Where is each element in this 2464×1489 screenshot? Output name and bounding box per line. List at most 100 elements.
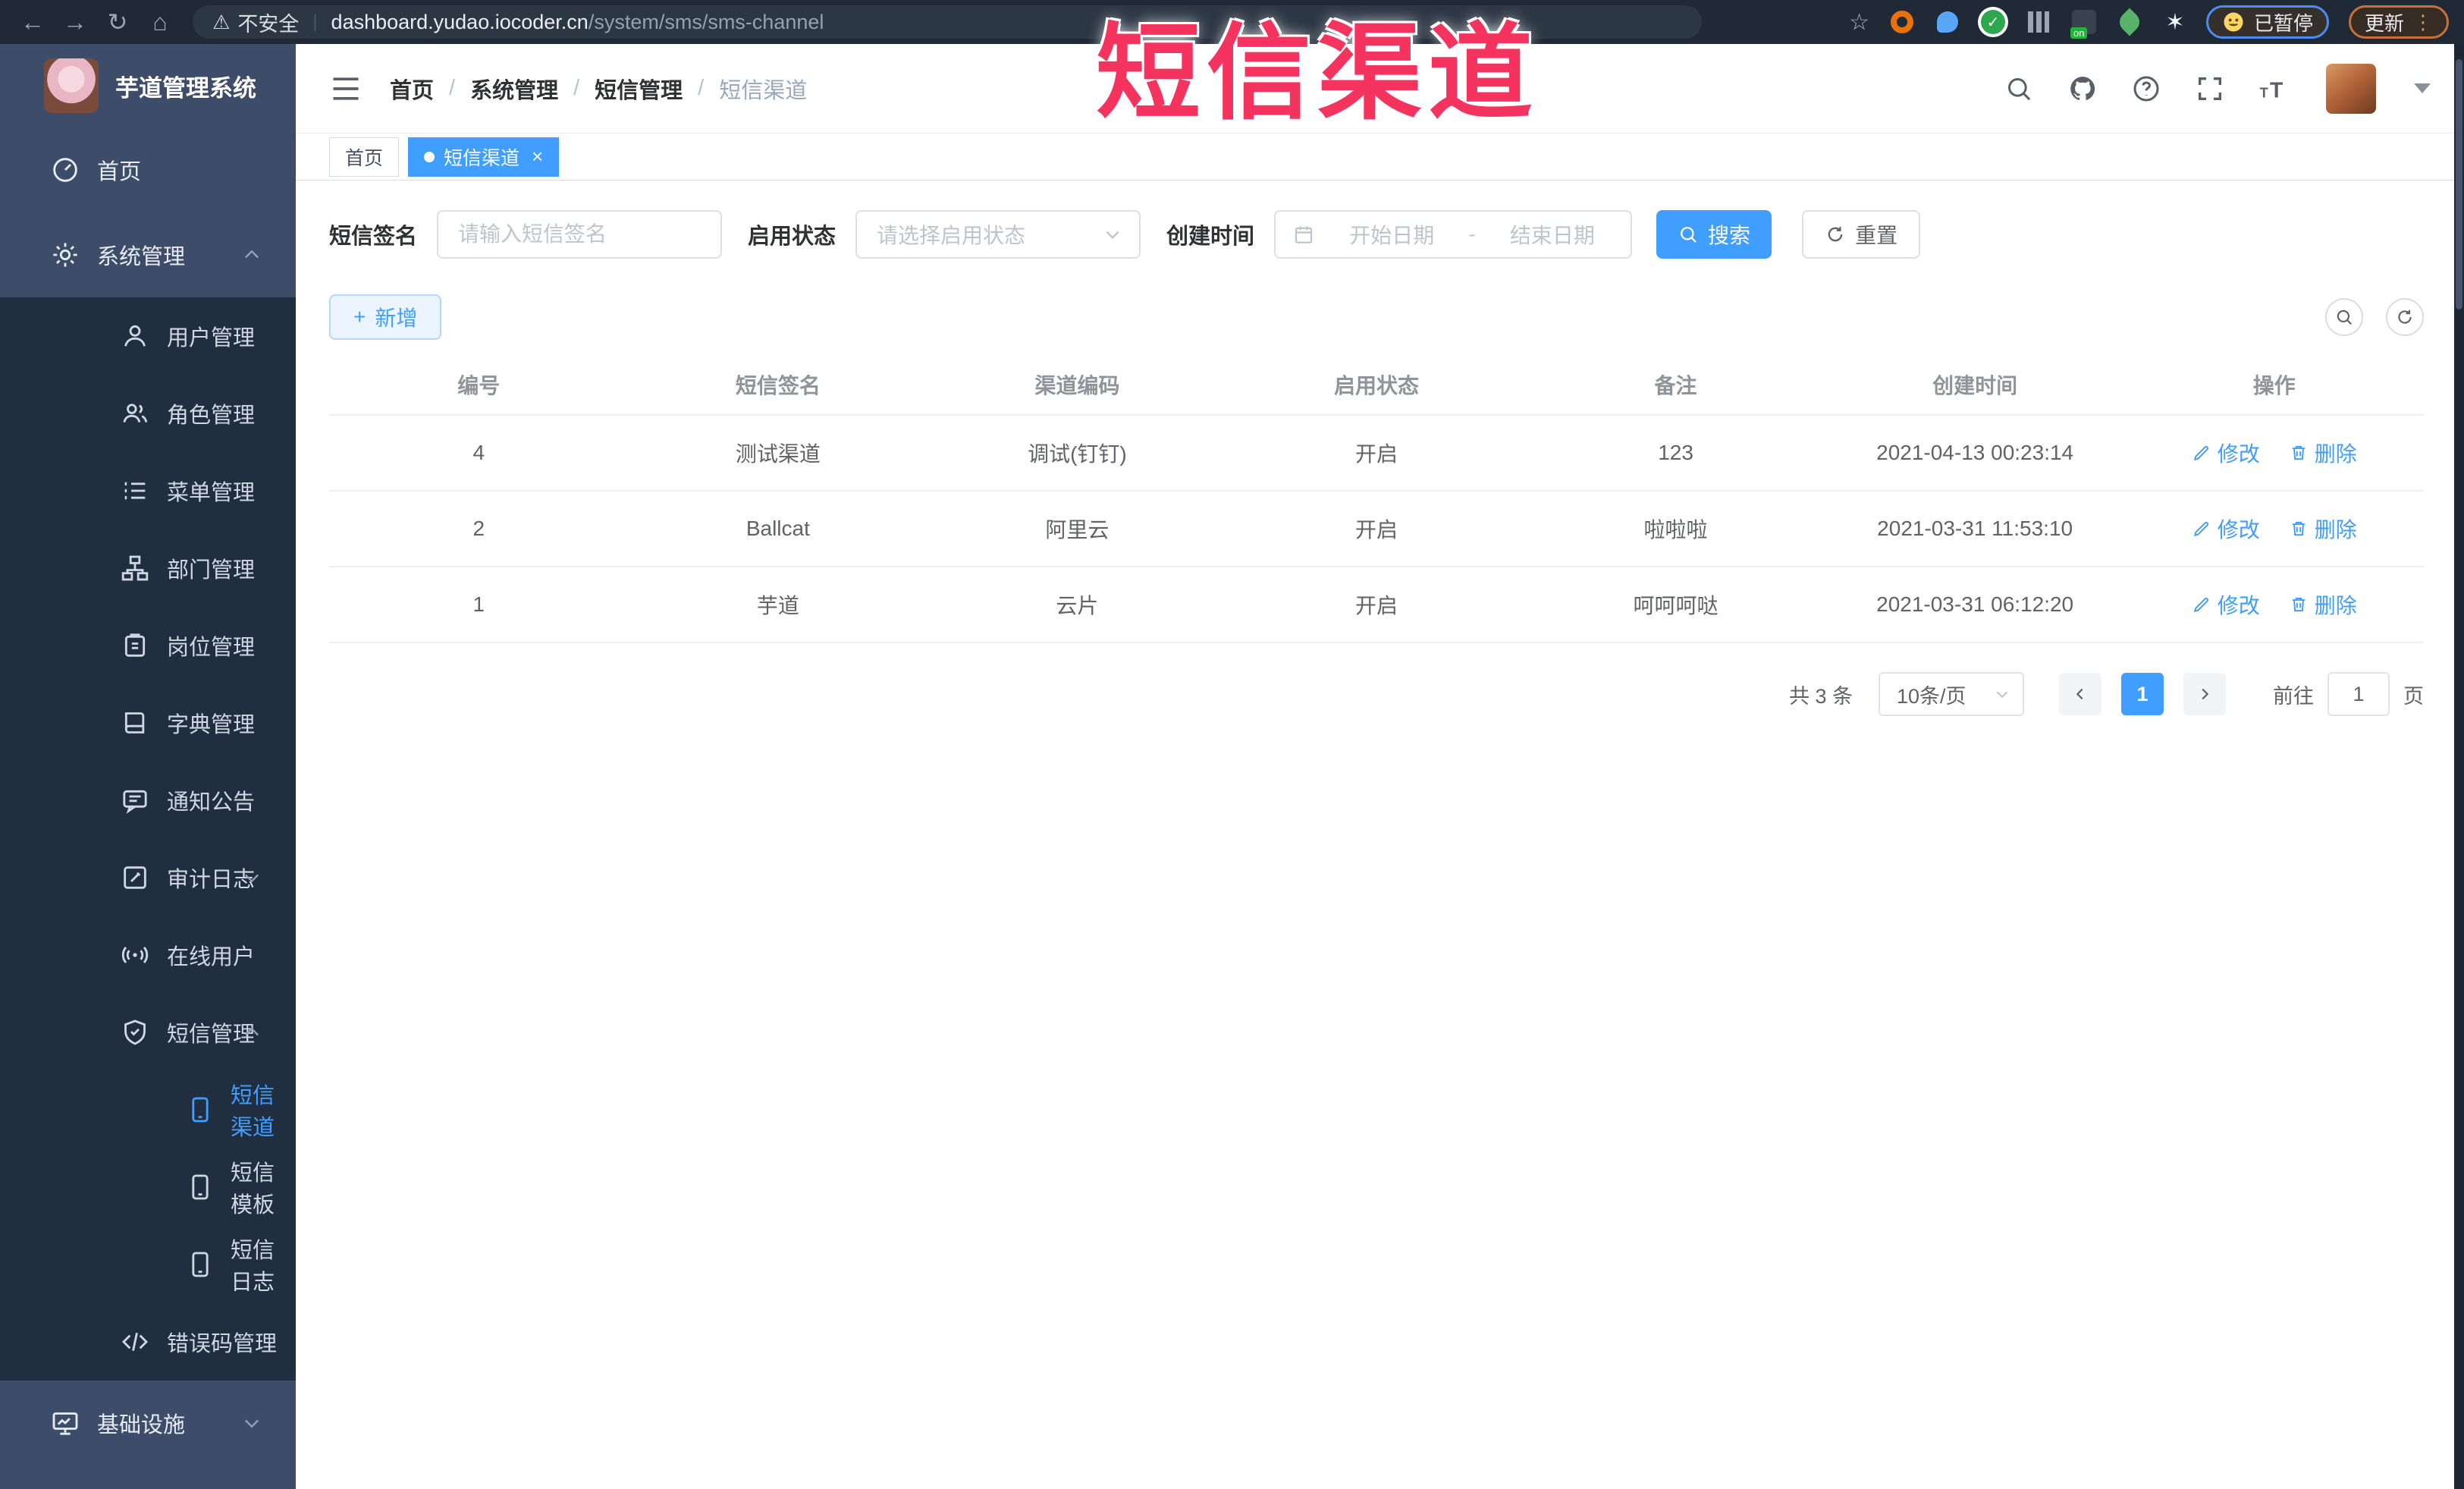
page-number-1[interactable]: 1 — [2121, 673, 2164, 715]
org-tree-icon — [118, 551, 152, 585]
next-page-button[interactable] — [2183, 673, 2226, 715]
page-size-select[interactable]: 10条/页 — [1879, 672, 2024, 716]
equalizer-extension-icon[interactable] — [2026, 9, 2051, 35]
user-avatar[interactable] — [2326, 63, 2376, 114]
orange-ring-extension-icon[interactable] — [1889, 9, 1915, 35]
fullscreen-icon[interactable] — [2194, 73, 2226, 105]
not-secure-warning-icon: ⚠ — [212, 10, 231, 33]
search-icon — [2337, 309, 2352, 325]
sidebar-item-notice[interactable]: 通知公告 — [0, 762, 296, 839]
update-label: 更新 — [2364, 11, 2404, 35]
add-button[interactable]: + 新增 — [329, 294, 442, 340]
sidebar-item-user-management[interactable]: 用户管理 — [0, 297, 296, 375]
status-select[interactable]: 请选择启用状态 — [855, 210, 1141, 259]
audit-log-icon — [118, 861, 152, 894]
browser-menu-icon[interactable]: ⋮ — [2413, 11, 2433, 34]
goto-page-input[interactable] — [2327, 672, 2390, 716]
sidebar-item-role-management[interactable]: 角色管理 — [0, 375, 296, 452]
help-icon[interactable] — [2130, 73, 2162, 105]
sidebar-item-system-management[interactable]: 系统管理 — [0, 212, 296, 297]
trash-icon — [2292, 521, 2305, 536]
channels-table: 编号 短信签名 渠道编码 启用状态 备注 创建时间 操作 4 测试渠道 调试(钉… — [329, 355, 2424, 643]
scrollbar-thumb[interactable] — [2456, 59, 2462, 309]
app-logo[interactable]: 芋道管理系统 — [0, 44, 296, 127]
blue-drop-extension-icon[interactable] — [1935, 9, 1960, 35]
url-divider: | — [312, 11, 318, 32]
not-secure-label: 不安全 — [237, 12, 300, 36]
toggle-search-button[interactable] — [2325, 298, 2363, 336]
url-path: /system/sms/sms-channel — [588, 10, 824, 33]
plus-icon: + — [353, 305, 366, 328]
back-icon[interactable]: ← — [15, 8, 50, 36]
refresh-table-button[interactable] — [2386, 298, 2424, 336]
edit-link[interactable]: 修改 — [2192, 589, 2260, 620]
reset-button[interactable]: 重置 — [1802, 210, 1921, 259]
svg-text:T: T — [2270, 78, 2283, 102]
search-icon[interactable] — [2003, 73, 2035, 105]
breadcrumb-home[interactable]: 首页 — [390, 73, 434, 105]
edit-pencil-icon — [2193, 597, 2208, 613]
address-bar[interactable]: ⚠ 不安全 | dashboard.yudao.iocoder.cn /syst… — [193, 5, 1702, 39]
end-date-placeholder[interactable]: 结束日期 — [1491, 219, 1614, 250]
sidebar-item-sms-channel[interactable]: 短信渠道 — [0, 1071, 296, 1148]
green-check-extension-icon[interactable]: ✓ — [1980, 9, 2006, 35]
paused-extension-chip[interactable]: 已暂停 — [2205, 5, 2329, 39]
tab-sms-channel[interactable]: 短信渠道 × — [408, 137, 560, 177]
table-toolbar: + 新增 — [329, 294, 2424, 340]
sidebar-item-post-management[interactable]: 岗位管理 — [0, 607, 296, 684]
home-icon[interactable]: ⌂ — [143, 8, 177, 36]
puzzle-extension-icon[interactable]: ✶ — [2162, 9, 2188, 35]
col-header-code: 渠道编码 — [1034, 374, 1120, 397]
delete-link[interactable]: 删除 — [2289, 438, 2357, 468]
start-date-placeholder[interactable]: 开始日期 — [1330, 219, 1453, 250]
tab-home[interactable]: 首页 — [329, 137, 400, 177]
status-label: 启用状态 — [748, 225, 837, 249]
edit-pencil-icon — [2193, 445, 2208, 461]
sidebar-item-online-users[interactable]: 在线用户 — [0, 916, 296, 994]
breadcrumb: 首页 / 系统管理 / 短信管理 / 短信渠道 — [390, 73, 807, 105]
prev-page-button[interactable] — [2059, 673, 2101, 715]
refresh-icon[interactable]: ↻ — [100, 8, 135, 36]
breadcrumb-sms[interactable]: 短信管理 — [595, 73, 683, 105]
sidebar-item-sms-management[interactable]: 短信管理 — [0, 994, 296, 1071]
collapse-sidebar-icon[interactable] — [329, 72, 363, 105]
extensions-row: ☆ ✓ on ✶ — [1849, 8, 2188, 39]
search-icon — [1681, 227, 1697, 243]
sidebar-item-dept-management[interactable]: 部门管理 — [0, 529, 296, 607]
avatar-caret-down-icon[interactable] — [2414, 83, 2431, 93]
chevron-down-icon — [1996, 691, 2008, 699]
forward-icon[interactable]: → — [58, 8, 93, 36]
browser-scrollbar[interactable] — [2454, 44, 2464, 1489]
edit-link[interactable]: 修改 — [2192, 438, 2260, 468]
sidebar-item-error-code[interactable]: 错误码管理 — [0, 1303, 296, 1381]
bookmark-star-icon[interactable]: ☆ — [1849, 9, 1869, 36]
sidebar-item-dict-management[interactable]: 字典管理 — [0, 684, 296, 762]
font-size-icon[interactable]: TT — [2258, 73, 2290, 105]
close-tab-icon[interactable]: × — [532, 145, 543, 168]
sidebar-item-infrastructure[interactable]: 基础设施 — [0, 1381, 296, 1465]
sidebar-item-audit-log[interactable]: 审计日志 — [0, 839, 296, 916]
delete-link[interactable]: 删除 — [2289, 589, 2357, 620]
edit-link[interactable]: 修改 — [2192, 514, 2260, 544]
date-range-picker[interactable]: 开始日期 - 结束日期 — [1274, 210, 1633, 259]
dark-on-extension-icon[interactable]: on — [2070, 9, 2097, 39]
phone-icon — [185, 1170, 215, 1204]
breadcrumb-system[interactable]: 系统管理 — [470, 73, 558, 105]
sidebar-item-sms-template[interactable]: 短信模板 — [0, 1148, 296, 1226]
sprout-extension-icon[interactable] — [2115, 8, 2144, 36]
delete-link[interactable]: 删除 — [2289, 514, 2357, 544]
pagination: 共 3 条 10条/页 1 前往 页 — [329, 672, 2424, 716]
github-icon[interactable] — [2067, 73, 2098, 105]
total-count: 共 3 条 — [1788, 684, 1853, 708]
search-button[interactable]: 搜索 — [1656, 210, 1772, 259]
sidebar-item-sms-log[interactable]: 短信日志 — [0, 1226, 296, 1303]
chevron-up-icon — [245, 1027, 259, 1036]
sidebar-submenu-section: 用户管理 角色管理 菜单管理 部门管理 岗位管理 字典管理 通知公告 审计日志 … — [0, 297, 296, 1381]
page-content: 短信签名 启用状态 请选择启用状态 创建时间 开始日期 - 结束日期 — [296, 181, 2464, 1489]
update-browser-chip[interactable]: 更新 ⋮ — [2348, 5, 2449, 39]
sidebar-item-home[interactable]: 首页 — [0, 127, 296, 212]
col-header-remark: 备注 — [1654, 374, 1697, 397]
signature-input[interactable] — [437, 210, 723, 259]
sidebar-item-menu-management[interactable]: 菜单管理 — [0, 452, 296, 529]
logo-image — [44, 58, 99, 113]
